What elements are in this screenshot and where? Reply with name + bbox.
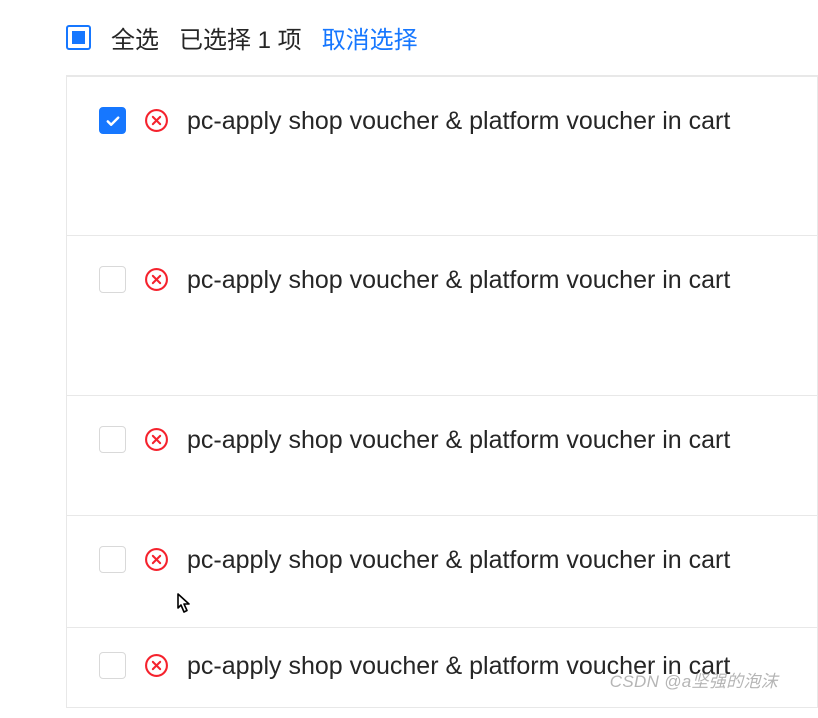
item-title: pc-apply shop voucher & platform voucher…	[187, 424, 730, 456]
selected-count-text: 已选择 1 项	[179, 20, 302, 55]
select-all-label: 全选	[111, 20, 159, 55]
item-checkbox[interactable]	[99, 266, 126, 293]
error-status-icon	[144, 547, 169, 572]
item-checkbox[interactable]	[99, 652, 126, 679]
item-title: pc-apply shop voucher & platform voucher…	[187, 105, 730, 137]
list-item: pc-apply shop voucher & platform voucher…	[66, 516, 818, 628]
item-checkbox[interactable]	[99, 107, 126, 134]
list-item: pc-apply shop voucher & platform voucher…	[66, 76, 818, 236]
selection-header: 全选 已选择 1 项 取消选择	[24, 0, 818, 75]
main-panel: 全选 已选择 1 项 取消选择 pc-apply shop voucher & …	[24, 0, 818, 708]
error-status-icon	[144, 653, 169, 678]
item-title: pc-apply shop voucher & platform voucher…	[187, 544, 730, 576]
item-checkbox[interactable]	[99, 546, 126, 573]
item-checkbox[interactable]	[99, 426, 126, 453]
item-title: pc-apply shop voucher & platform voucher…	[187, 264, 730, 296]
list-item: pc-apply shop voucher & platform voucher…	[66, 236, 818, 396]
list-item: pc-apply shop voucher & platform voucher…	[66, 396, 818, 516]
watermark-text: CSDN @a坚强的泡沫	[610, 667, 778, 692]
error-status-icon	[144, 427, 169, 452]
error-status-icon	[144, 108, 169, 133]
error-status-icon	[144, 267, 169, 292]
select-all-checkbox[interactable]	[66, 25, 91, 50]
item-list: pc-apply shop voucher & platform voucher…	[66, 75, 818, 708]
indeterminate-mark-icon	[72, 31, 85, 44]
cancel-selection-link[interactable]: 取消选择	[322, 20, 418, 55]
